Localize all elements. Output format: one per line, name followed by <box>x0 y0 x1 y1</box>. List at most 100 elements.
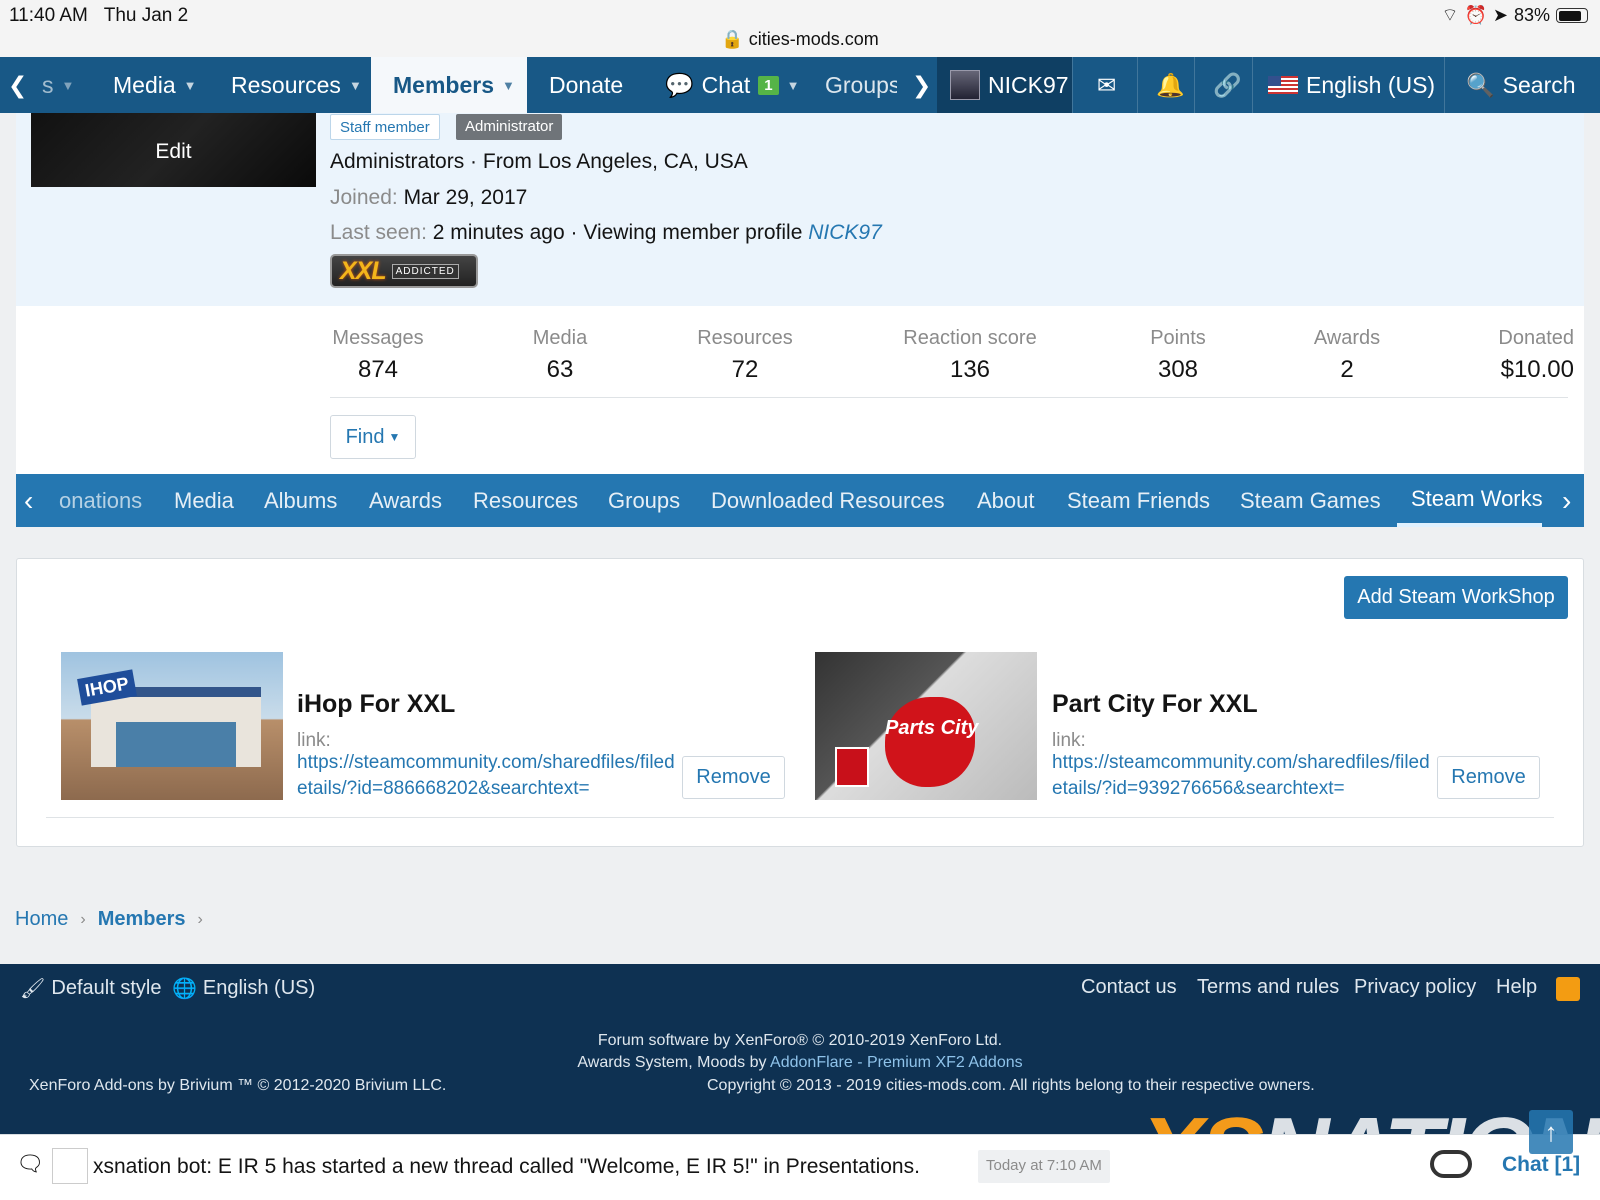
nav-item-groups[interactable]: Groups <box>825 57 897 113</box>
tab-about[interactable]: About <box>977 474 1035 527</box>
us-flag-icon <box>1268 76 1298 94</box>
tab-awards[interactable]: Awards <box>369 474 442 527</box>
divider <box>330 397 1568 398</box>
caret-down-icon: ▼ <box>388 430 401 444</box>
administrator-tag: Administrator <box>456 114 563 140</box>
stat-media[interactable]: Media 63 <box>520 327 600 384</box>
location-icon: ➤ <box>1492 5 1508 25</box>
nav-scroll-left-icon[interactable]: ❮ <box>8 57 27 113</box>
chevron-down-icon[interactable]: ▼ <box>184 78 197 93</box>
tab-steam-workshop[interactable]: Steam Works <box>1397 474 1542 527</box>
profile-avatar-banner[interactable]: Edit <box>31 113 316 187</box>
battery-icon <box>1556 8 1588 23</box>
nav-item-media[interactable]: Media ▼ <box>113 57 197 113</box>
profile-user-title: Administrators · From Los Angeles, CA, U… <box>330 150 748 173</box>
tab-media[interactable]: Media <box>174 474 234 527</box>
chevron-down-icon[interactable]: ▼ <box>787 78 800 93</box>
addonflare-link[interactable]: AddonFlare - Premium XF2 Addons <box>770 1054 1023 1071</box>
ihop-thumbnail[interactable]: IHOP <box>61 652 283 800</box>
nav-item-chat[interactable]: 💬 Chat 1 ▼ <box>665 57 799 113</box>
search-icon: 🔍 <box>1466 71 1495 98</box>
footer-style-chooser[interactable]: 🖌 Default style <box>20 976 161 1001</box>
chevron-right-icon: › <box>197 910 203 928</box>
chat-compose-icon[interactable]: 🗨 <box>16 1151 44 1177</box>
nav-item-partial[interactable]: s ▼ <box>42 57 74 113</box>
chat-message: xsnation bot: E IR 5 has started a new t… <box>93 1155 920 1178</box>
trophy-banner: XXL ADDICTED <box>330 254 478 288</box>
footer-copyright-xenforo: Forum software by XenForo® © 2010-2019 X… <box>597 1032 1003 1049</box>
footer-awards-credit: Awards System, Moods by AddonFlare - Pre… <box>577 1054 1023 1071</box>
breadcrumb-home[interactable]: Home <box>15 908 68 931</box>
tab-downloaded-resources[interactable]: Downloaded Resources <box>711 474 945 527</box>
tab-resources[interactable]: Resources <box>473 474 578 527</box>
workshop-item-link-label: link: <box>1052 730 1086 751</box>
chat-bubble-icon: 💬 <box>665 71 694 98</box>
stat-awards[interactable]: Awards 2 <box>1305 327 1389 384</box>
bell-icon[interactable]: 🔔 <box>1156 57 1185 113</box>
parts-city-thumbnail[interactable]: Parts City <box>815 652 1037 800</box>
envelope-icon[interactable]: ✉ <box>1097 57 1116 113</box>
find-button[interactable]: Find ▼ <box>330 415 416 459</box>
tab-albums[interactable]: Albums <box>264 474 337 527</box>
chevron-down-icon[interactable]: ▼ <box>349 78 362 93</box>
footer-terms-link[interactable]: Terms and rules <box>1197 976 1339 999</box>
stat-messages[interactable]: Messages 874 <box>330 327 426 384</box>
stat-resources[interactable]: Resources 72 <box>690 327 800 384</box>
tabs-scroll-left-icon[interactable]: ‹ <box>24 474 33 527</box>
profile-last-seen: Last seen: 2 minutes ago · Viewing membe… <box>330 221 882 244</box>
stat-reaction-score[interactable]: Reaction score 136 <box>895 327 1045 384</box>
link-icon[interactable]: 🔗 <box>1213 57 1242 113</box>
alarm-icon: ⏰ <box>1464 5 1487 25</box>
stat-donated[interactable]: Donated $10.00 <box>1482 327 1574 384</box>
footer-site-copyright: Copyright © 2013 - 2019 cities-mods.com.… <box>707 1077 1315 1094</box>
tab-steam-friends[interactable]: Steam Friends <box>1067 474 1210 527</box>
tab-steam-games[interactable]: Steam Games <box>1240 474 1381 527</box>
profile-joined: Joined: Mar 29, 2017 <box>330 186 528 209</box>
avatar-edit-link[interactable]: Edit <box>31 140 316 164</box>
footer-contact-link[interactable]: Contact us <box>1081 976 1177 999</box>
battery-percent: 83% <box>1513 5 1550 25</box>
last-seen-link[interactable]: NICK97 <box>808 221 882 244</box>
breadcrumb-members[interactable]: Members <box>98 908 186 931</box>
remove-button[interactable]: Remove <box>1437 756 1540 799</box>
rss-icon[interactable] <box>1556 977 1580 1001</box>
tab-groups[interactable]: Groups <box>608 474 680 527</box>
chevron-down-icon[interactable]: ▼ <box>502 78 515 93</box>
chat-bar: 🗨 xsnation bot: E IR 5 has started a new… <box>0 1134 1600 1200</box>
remove-button[interactable]: Remove <box>682 756 785 799</box>
nav-item-donate[interactable]: Donate <box>549 57 623 113</box>
nav-language[interactable]: English (US) <box>1268 57 1435 113</box>
chevron-right-icon: › <box>80 910 86 928</box>
nav-scroll-right-icon[interactable]: ❯ <box>912 57 931 113</box>
workshop-item-url[interactable]: https://steamcommunity.com/sharedfiles/f… <box>297 750 675 802</box>
globe-icon: 🌐 <box>172 978 197 1000</box>
profile-tabs: ‹ onations Media Albums Awards Resources… <box>16 474 1584 527</box>
top-navigation: ❮ s ▼ Media ▼ Resources ▼ Members ▼ Donate 💬… <box>0 57 1600 113</box>
toggle-icon[interactable] <box>1430 1150 1472 1178</box>
wifi-icon: ⌔ <box>1441 5 1459 25</box>
footer-brivium-credit: XenForo Add-ons by Brivium ™ © 2012-2020… <box>29 1077 447 1094</box>
tabs-scroll-right-icon[interactable]: › <box>1562 474 1571 527</box>
nav-item-resources[interactable]: Resources ▼ <box>231 57 362 113</box>
workshop-item-title[interactable]: iHop For XXL <box>297 690 455 719</box>
workshop-item-title[interactable]: Part City For XXL <box>1052 690 1258 719</box>
arrow-up-icon: ↑ <box>1544 1116 1558 1147</box>
add-steam-workshop-button[interactable]: Add Steam WorkShop <box>1344 576 1568 619</box>
footer-privacy-link[interactable]: Privacy policy <box>1354 976 1476 999</box>
chat-open-button[interactable]: Chat [1] <box>1502 1153 1580 1177</box>
nav-item-members[interactable]: Members ▼ <box>371 57 527 113</box>
lock-icon: 🔒 <box>721 29 744 49</box>
address-bar[interactable]: 🔒 cities-mods.com <box>0 29 1600 50</box>
divider <box>46 817 1554 818</box>
chat-user-avatar <box>52 1148 88 1184</box>
scroll-to-top-button[interactable]: ↑ <box>1529 1110 1573 1154</box>
workshop-item-url[interactable]: https://steamcommunity.com/sharedfiles/f… <box>1052 750 1430 802</box>
footer-help-link[interactable]: Help <box>1496 976 1537 999</box>
ios-status-bar: 11:40 AM Thu Jan 2 🔒 cities-mods.com ⌔ ⏰… <box>0 0 1600 57</box>
stat-points[interactable]: Points 308 <box>1138 327 1218 384</box>
tab-donations[interactable]: onations <box>59 474 142 527</box>
staff-member-tag: Staff member <box>330 114 440 140</box>
nav-user-menu[interactable]: NICK97 <box>937 57 1072 113</box>
footer-language-chooser[interactable]: 🌐 English (US) <box>172 976 315 1001</box>
nav-search[interactable]: 🔍 Search <box>1466 57 1576 113</box>
